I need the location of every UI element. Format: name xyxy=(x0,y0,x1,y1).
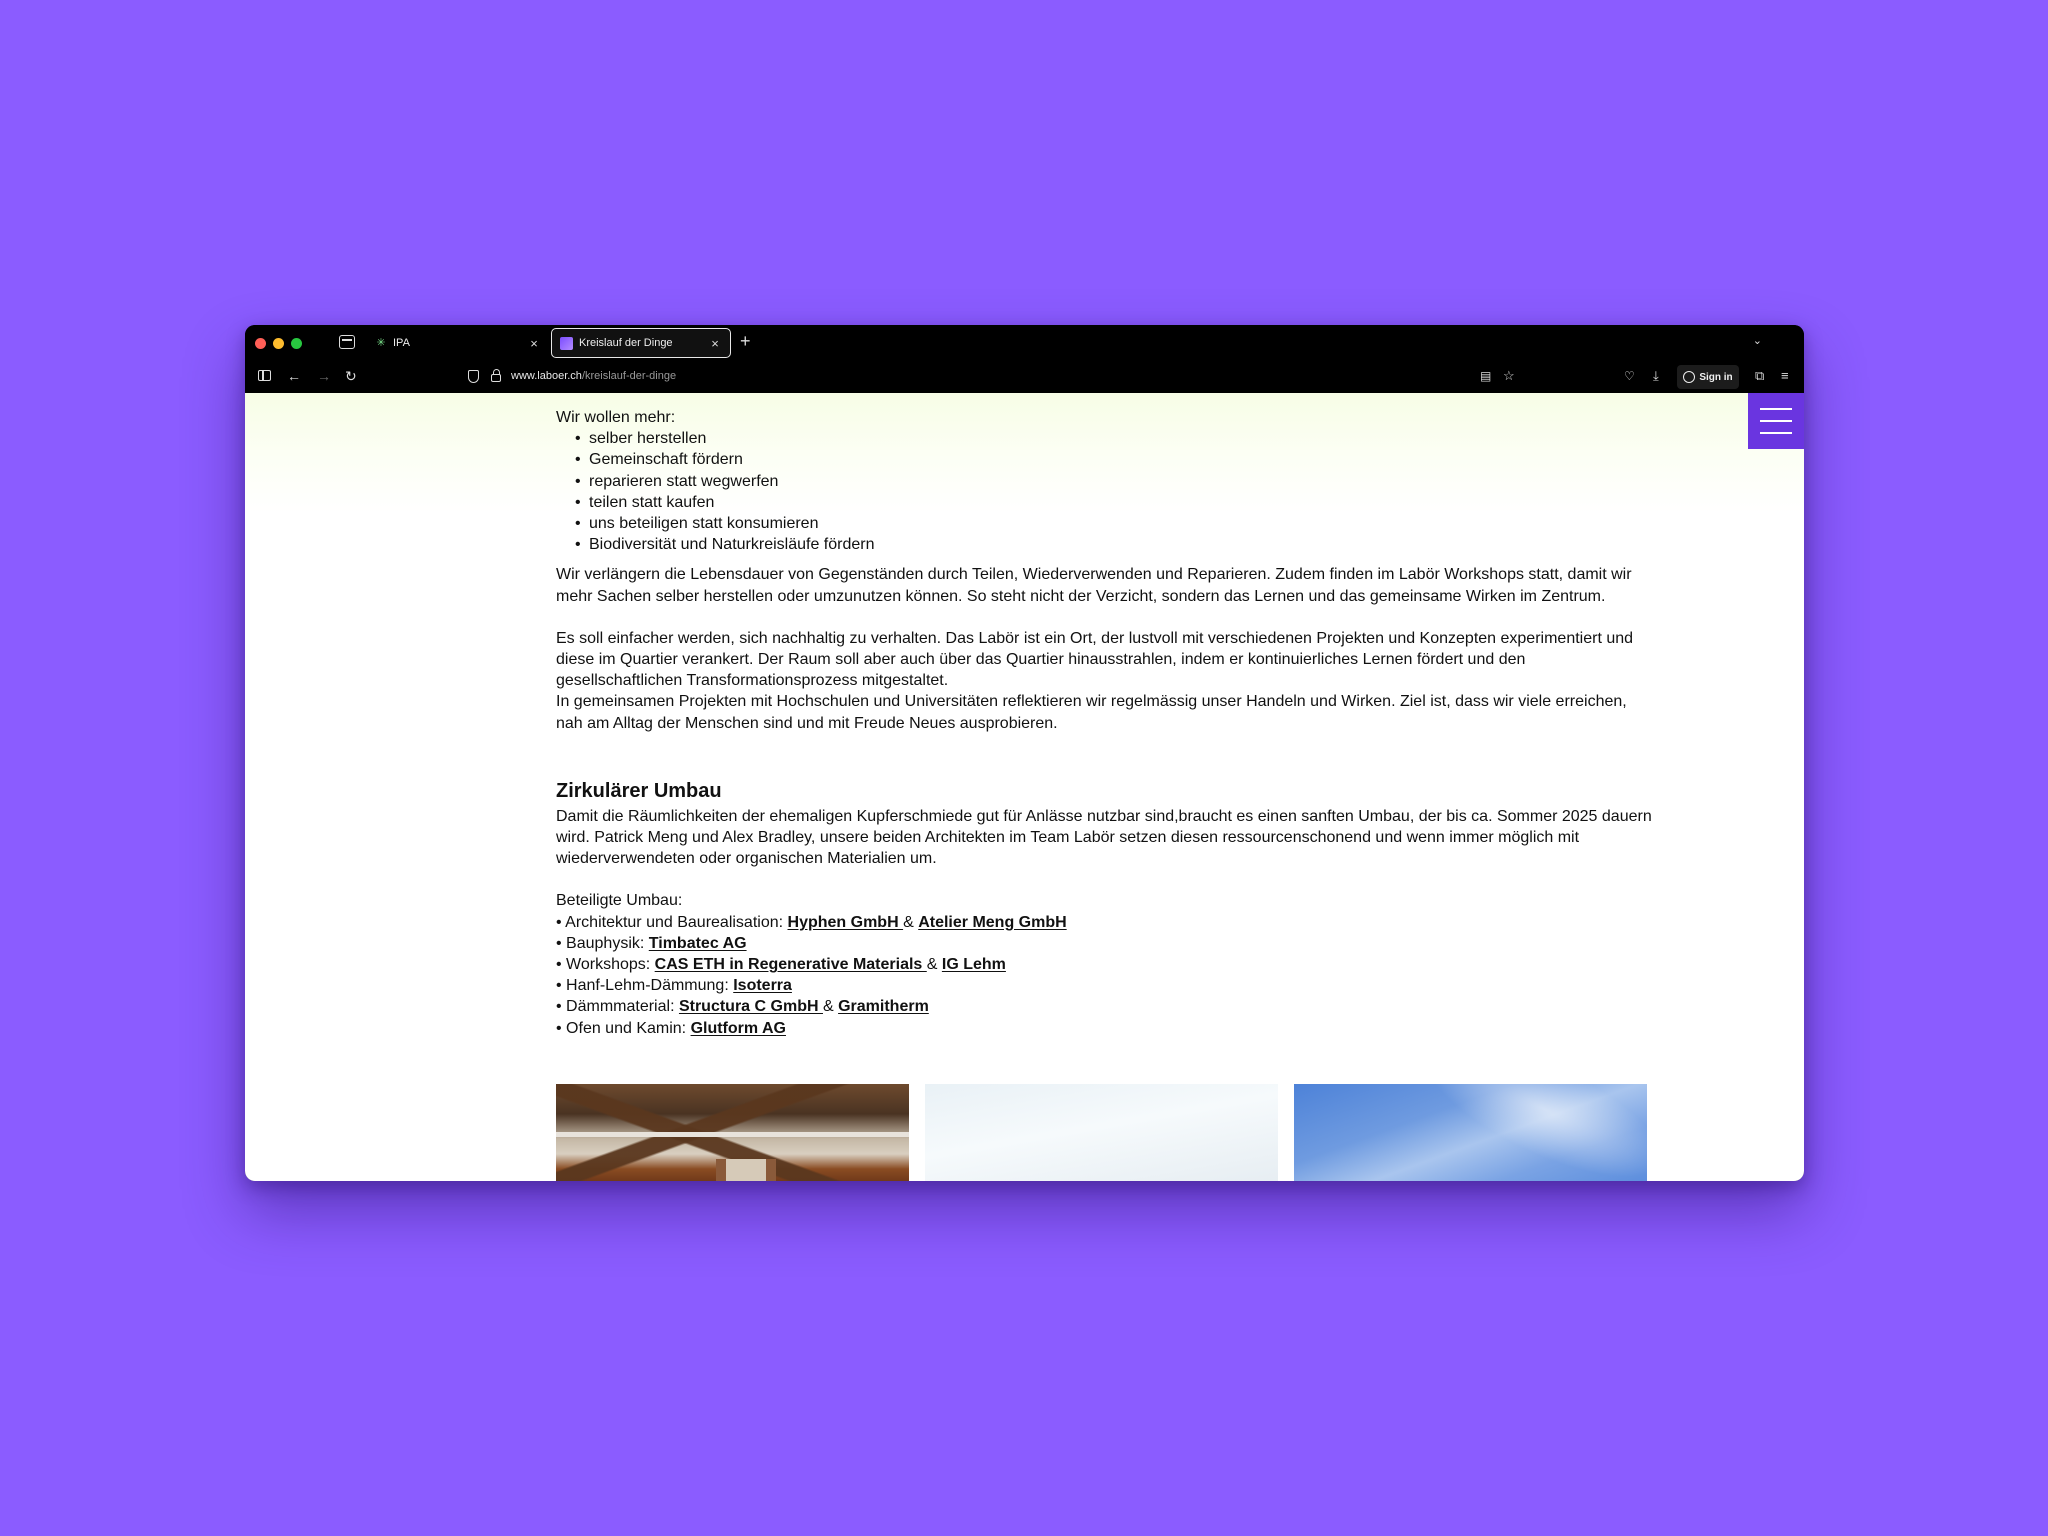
goal-list-item: uns beteiligen statt konsumieren xyxy=(575,513,1652,534)
partner-link[interactable]: Timbatec AG xyxy=(649,935,747,952)
address-bar[interactable]: www.laboer.ch/kreislauf-der-dinge xyxy=(511,370,676,382)
paragraph-2: Es soll einfacher werden, sich nachhalti… xyxy=(556,629,1634,690)
list-tabs-chevron-icon[interactable]: ⌄ xyxy=(1753,334,1762,347)
gallery-image-roof-interior[interactable] xyxy=(556,1084,909,1181)
sidebar-toggle-icon[interactable] xyxy=(258,370,271,381)
tab-title: IPA xyxy=(393,337,410,349)
paragraph-3: In gemeinsamen Projekten mit Hochschulen… xyxy=(556,693,1627,732)
laboer-favicon-icon xyxy=(560,336,573,350)
close-tab-icon[interactable]: × xyxy=(527,336,541,351)
participant-label: • Hanf-Lehm-Dämmung: xyxy=(556,977,734,995)
partner-link[interactable]: Glutform AG xyxy=(691,1020,786,1037)
link-separator: & xyxy=(926,956,942,974)
participant-label: • Dämmmaterial: xyxy=(556,998,679,1016)
partner-link[interactable]: Isoterra xyxy=(733,977,792,994)
url-path: /kreislauf-der-dinge xyxy=(581,370,677,382)
ipa-favicon-icon: ✳ xyxy=(376,337,386,349)
navigation-toolbar: ← → ↻ www.laboer.ch/kreislauf-der-dinge … xyxy=(245,361,1804,393)
partner-link[interactable]: CAS ETH in Regenerative Materials xyxy=(655,956,927,973)
site-menu-button[interactable] xyxy=(1748,393,1804,449)
close-window-button[interactable] xyxy=(255,338,266,349)
menu-line-icon xyxy=(1760,420,1792,422)
participant-label: • Ofen und Kamin: xyxy=(556,1019,691,1037)
goal-list-item: Biodiversität und Naturkreisläufe förder… xyxy=(575,534,1652,555)
section-title: Zirkulärer Umbau xyxy=(556,779,722,802)
participant-label: • Workshops: xyxy=(556,956,655,974)
bookmark-star-icon[interactable]: ☆ xyxy=(1503,368,1515,384)
goal-list-item: Gemeinschaft fördern xyxy=(575,449,1652,470)
account-icon xyxy=(1683,371,1696,383)
minimize-window-button[interactable] xyxy=(273,338,284,349)
partner-link[interactable]: Gramitherm xyxy=(838,998,929,1015)
participants-heading: Beteiligte Umbau: xyxy=(556,892,683,910)
partner-link[interactable]: Hyphen GmbH xyxy=(788,914,904,931)
browser-window: ✳ IPA × Kreislauf der Dinge × + ⌄ ← → ↻ … xyxy=(245,325,1804,1181)
new-tab-icon[interactable]: + xyxy=(740,331,751,352)
sign-in-button[interactable]: Sign in xyxy=(1677,365,1739,389)
main-content: Wir wollen mehr: selber herstellenGemein… xyxy=(556,407,1652,1039)
tabs-overview-icon[interactable] xyxy=(339,335,355,349)
link-separator: & xyxy=(822,998,839,1016)
image-gallery xyxy=(556,1084,1648,1181)
participant-label: • Bauphysik: xyxy=(556,934,649,952)
participants-list: • Architektur und Baurealisation: Hyphen… xyxy=(556,912,1652,1039)
tab-strip: ✳ IPA × Kreislauf der Dinge × + ⌄ xyxy=(245,325,1804,361)
downloads-icon[interactable]: ⤓ xyxy=(1653,368,1659,384)
partner-link[interactable]: IG Lehm xyxy=(942,956,1006,973)
tab-ipa[interactable]: ✳ IPA × xyxy=(367,328,549,358)
close-tab-icon[interactable]: × xyxy=(708,336,722,351)
forward-arrow-icon[interactable]: → xyxy=(317,368,331,384)
url-host: www.laboer.ch xyxy=(511,370,582,382)
menu-line-icon xyxy=(1760,408,1792,410)
app-menu-icon[interactable]: ≡ xyxy=(1781,368,1789,384)
intro-heading: Wir wollen mehr: xyxy=(556,409,676,426)
participant-row: • Workshops: CAS ETH in Regenerative Mat… xyxy=(556,954,1652,975)
page-viewport: Wir wollen mehr: selber herstellenGemein… xyxy=(245,393,1804,1181)
gallery-image-sky-light[interactable] xyxy=(925,1084,1278,1181)
goal-list-item: reparieren statt wegwerfen xyxy=(575,471,1652,492)
menu-line-icon xyxy=(1760,432,1792,434)
lock-icon[interactable] xyxy=(491,369,501,382)
reader-view-icon[interactable]: ▤ xyxy=(1480,368,1491,384)
goal-list-item: teilen statt kaufen xyxy=(575,492,1652,513)
participant-row: • Dämmmaterial: Structura C GmbH & Grami… xyxy=(556,996,1652,1017)
extensions-icon[interactable]: ⧉ xyxy=(1755,368,1764,384)
reload-icon[interactable]: ↻ xyxy=(345,368,357,384)
gallery-image-blue-sky[interactable] xyxy=(1294,1084,1647,1181)
goals-list: selber herstellenGemeinschaft fördernrep… xyxy=(556,428,1652,555)
participant-row: • Bauphysik: Timbatec AG xyxy=(556,933,1652,954)
paragraph-1: Wir verlängern die Lebensdauer von Gegen… xyxy=(556,566,1632,605)
participant-row: • Architektur und Baurealisation: Hyphen… xyxy=(556,912,1652,933)
participant-label: • Architektur und Baurealisation: xyxy=(556,913,788,931)
link-separator: & xyxy=(903,913,919,931)
window-controls xyxy=(255,338,302,349)
pocket-icon[interactable]: ♡ xyxy=(1624,368,1635,384)
zoom-window-button[interactable] xyxy=(291,338,302,349)
participant-row: • Hanf-Lehm-Dämmung: Isoterra xyxy=(556,975,1652,996)
participant-row: • Ofen und Kamin: Glutform AG xyxy=(556,1018,1652,1039)
goal-list-item: selber herstellen xyxy=(575,428,1652,449)
section-paragraph: Damit die Räumlichkeiten der ehemaligen … xyxy=(556,807,1652,868)
tab-kreislauf[interactable]: Kreislauf der Dinge × xyxy=(551,328,731,358)
tracking-protection-shield-icon[interactable] xyxy=(468,370,479,383)
partner-link[interactable]: Structura C GmbH xyxy=(679,998,823,1015)
sign-in-label: Sign in xyxy=(1699,371,1733,383)
tab-title: Kreislauf der Dinge xyxy=(579,337,673,349)
partner-link[interactable]: Atelier Meng GmbH xyxy=(918,914,1066,931)
back-arrow-icon[interactable]: ← xyxy=(287,368,301,384)
